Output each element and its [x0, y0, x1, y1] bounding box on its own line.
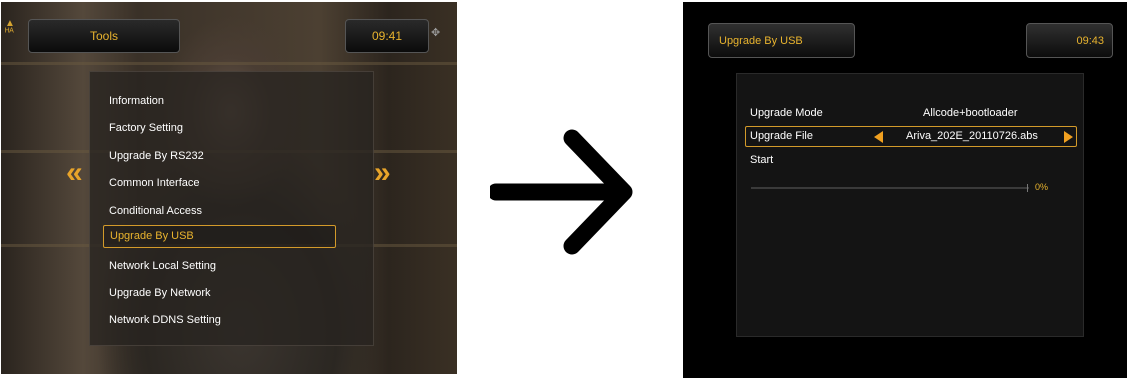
menu-item-upgrade-by-rs232[interactable]: Upgrade By RS232 [109, 146, 329, 167]
menu-item-network-local-setting[interactable]: Network Local Setting [109, 256, 329, 277]
tools-menu-screen: ▲ ᴴᴬ Tools 09:41 ✥ « » Information Factor… [1, 2, 457, 374]
upgrade-file-value: Ariva_202E_20110726.abs [906, 130, 1038, 142]
upgrade-by-usb-screen: Upgrade By USB 09:43 Upgrade Mode Allcod… [683, 2, 1127, 378]
header-title: Upgrade By USB [708, 23, 855, 58]
upgrade-mode-label: Upgrade Mode [750, 107, 823, 119]
nav-right-icon[interactable]: » [374, 156, 391, 190]
upgrade-file-row[interactable]: Upgrade File Ariva_202E_20110726.abs [745, 126, 1077, 147]
menu-item-upgrade-by-network[interactable]: Upgrade By Network [109, 283, 329, 304]
menu-item-network-ddns-setting[interactable]: Network DDNS Setting [109, 310, 329, 331]
menu-item-factory-setting[interactable]: Factory Setting [109, 118, 329, 139]
background-shelf [1, 62, 457, 65]
menu-item-common-interface[interactable]: Common Interface [109, 173, 329, 194]
channel-logo-icon: ▲ ᴴᴬ [5, 18, 15, 38]
menu-item-information[interactable]: Information [109, 91, 329, 112]
menu-item-conditional-access[interactable]: Conditional Access [109, 201, 329, 222]
progress-percentage: 0% [1035, 182, 1049, 192]
progress-end-marker [1027, 184, 1032, 192]
upgrade-mode-value[interactable]: Allcode+bootloader [923, 107, 1018, 119]
arrow-right-icon [490, 129, 633, 255]
next-option-icon[interactable] [1064, 131, 1073, 143]
start-button[interactable]: Start [750, 154, 773, 166]
upgrade-settings-panel: Upgrade Mode Allcode+bootloader Upgrade … [736, 73, 1084, 337]
previous-option-icon[interactable] [874, 131, 883, 143]
menu-item-upgrade-by-usb[interactable]: Upgrade By USB [103, 225, 336, 248]
tools-menu: Information Factory Setting Upgrade By R… [89, 71, 374, 346]
signal-icon: ✥ [431, 27, 441, 39]
header-title: Tools [28, 19, 180, 53]
clock: 09:43 [1026, 23, 1113, 58]
upgrade-progress-bar [751, 187, 1029, 189]
upgrade-file-label: Upgrade File [750, 130, 813, 142]
nav-left-icon[interactable]: « [66, 156, 83, 190]
clock: 09:41 [345, 19, 429, 53]
